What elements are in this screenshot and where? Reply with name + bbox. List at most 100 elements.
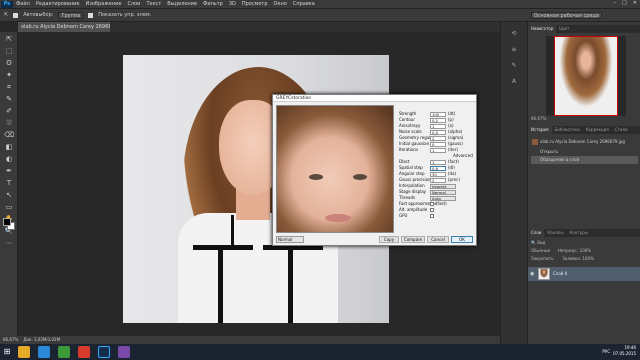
menu-file[interactable]: Файл bbox=[16, 1, 30, 7]
menu-view[interactable]: Просмотр bbox=[242, 1, 268, 7]
navigator-preview[interactable] bbox=[546, 36, 626, 116]
minimize-button[interactable]: – bbox=[614, 0, 617, 6]
status-zoom[interactable]: 66,67% bbox=[3, 337, 18, 342]
interpolation-select[interactable]: nearest bbox=[430, 183, 456, 189]
ok-button[interactable]: OK bbox=[451, 236, 473, 243]
history-item-open[interactable]: Открыть bbox=[531, 148, 638, 156]
autoselect-checkbox[interactable] bbox=[13, 12, 19, 18]
strength-input[interactable]: 100 bbox=[430, 111, 446, 117]
copy-button[interactable]: Copy bbox=[379, 236, 399, 243]
menu-filter[interactable]: Фильтр bbox=[203, 1, 223, 7]
shape-tool-icon[interactable]: ▭ bbox=[4, 202, 14, 212]
history-item-convert-to-layer[interactable]: Обращение в слой bbox=[531, 156, 638, 164]
autoselect-dropdown[interactable]: Группа bbox=[58, 11, 84, 19]
fast-approx-checkbox[interactable] bbox=[430, 202, 434, 206]
tab-layers[interactable]: Слои bbox=[528, 229, 545, 237]
system-clock[interactable]: 19:46 07.05.2015 bbox=[613, 345, 636, 357]
history-snapshot[interactable]: olab.ru Alycia Debnam Carey 2696679.jpg bbox=[531, 138, 638, 146]
more-tools-icon[interactable]: ⋯ bbox=[4, 238, 14, 248]
start-button[interactable]: ⊞ bbox=[0, 344, 14, 360]
eraser-tool-icon[interactable]: ⌫ bbox=[4, 130, 14, 140]
language-indicator[interactable]: РУС bbox=[602, 349, 610, 354]
tab-channels[interactable]: Каналы bbox=[544, 229, 566, 237]
param-gpu: GPU bbox=[399, 213, 434, 219]
visibility-eye-icon[interactable]: ◉ bbox=[530, 271, 534, 277]
tab-history[interactable]: История bbox=[528, 126, 552, 134]
gradient-tool-icon[interactable]: ◧ bbox=[4, 142, 14, 152]
alt-amplitude-checkbox[interactable] bbox=[430, 208, 434, 212]
dodge-tool-icon[interactable]: ◐ bbox=[4, 154, 14, 164]
layer-kind-filter[interactable]: 🔍 Вид bbox=[531, 240, 545, 245]
eyedropper-tool-icon[interactable]: ✎ bbox=[4, 94, 14, 104]
stage-display-select[interactable]: Normal bbox=[430, 189, 456, 195]
brush-panel-icon[interactable]: ✎ bbox=[509, 62, 519, 70]
cancel-button[interactable]: Cancel bbox=[427, 236, 449, 243]
window-controls: – □ ✕ bbox=[614, 0, 637, 6]
menu-3d[interactable]: 3D bbox=[229, 1, 236, 7]
menu-layers[interactable]: Слои bbox=[127, 1, 140, 7]
noise-scale-input[interactable]: 0,5 bbox=[430, 129, 446, 135]
move-tool-icon[interactable]: ⇱ bbox=[4, 12, 8, 18]
maximize-button[interactable]: □ bbox=[622, 0, 627, 6]
tab-libraries[interactable]: Библиотеки bbox=[552, 126, 583, 134]
opacity-input[interactable]: 100% bbox=[580, 248, 591, 253]
layer-name[interactable]: Слой 0 bbox=[553, 267, 567, 281]
marquee-tool-icon[interactable]: ⬚ bbox=[4, 46, 14, 56]
navigator-zoom[interactable]: 66,67% bbox=[531, 116, 546, 121]
app-icon[interactable] bbox=[118, 346, 130, 358]
character-panel-icon[interactable]: A bbox=[509, 78, 519, 86]
pen-tool-icon[interactable]: ✒ bbox=[4, 166, 14, 176]
tab-navigator[interactable]: Навигатор bbox=[528, 25, 557, 33]
foreground-color-swatch[interactable] bbox=[3, 218, 11, 226]
contour-input[interactable]: 0,2 bbox=[430, 117, 446, 123]
threads-select[interactable]: Auto bbox=[430, 195, 456, 201]
stamp-tool-icon[interactable]: ⛆ bbox=[4, 118, 14, 128]
spatial-step-input[interactable]: 0,8 bbox=[430, 165, 446, 171]
document-tab[interactable]: olab.ru Alycia Debnam Carey 2696679.jpg … bbox=[18, 22, 110, 32]
lasso-tool-icon[interactable]: ʘ bbox=[4, 58, 14, 68]
app-icon[interactable] bbox=[58, 346, 70, 358]
media-icon[interactable] bbox=[78, 346, 90, 358]
initial-blur-input[interactable]: 0 bbox=[430, 141, 446, 147]
tab-color[interactable]: Цвет bbox=[556, 25, 572, 33]
anisotropy-input[interactable]: 1 bbox=[430, 123, 446, 129]
history-panel-icon[interactable]: ⟲ bbox=[509, 30, 519, 38]
show-controls-checkbox[interactable] bbox=[88, 12, 94, 18]
photoshop-taskbar-icon[interactable] bbox=[98, 346, 110, 358]
browser-icon[interactable] bbox=[38, 346, 50, 358]
brush-tool-icon[interactable]: ✐ bbox=[4, 106, 14, 116]
move-tool-icon[interactable]: ⇱ bbox=[4, 34, 14, 44]
image-shirt-stripe bbox=[288, 250, 293, 323]
workspace-dropdown[interactable]: Основная рабочая среда bbox=[530, 12, 602, 19]
menu-window[interactable]: Окно bbox=[274, 1, 287, 7]
compare-button[interactable]: Compare bbox=[401, 236, 425, 243]
angular-step-input[interactable]: 30 bbox=[430, 171, 446, 177]
blend-mode-select[interactable]: Обычные bbox=[531, 248, 550, 253]
menu-edit[interactable]: Редактирование bbox=[36, 1, 80, 7]
close-button[interactable]: ✕ bbox=[633, 0, 637, 6]
crop-tool-icon[interactable]: ⌗ bbox=[4, 82, 14, 92]
geometry-regularity-input[interactable]: 2 bbox=[430, 135, 446, 141]
preview-mode-select[interactable]: Normal bbox=[276, 236, 304, 243]
color-swatches[interactable] bbox=[3, 218, 15, 230]
gauss-precision-input[interactable]: 2 bbox=[430, 177, 446, 183]
tab-styles[interactable]: Стили bbox=[612, 126, 631, 134]
iterations-input[interactable]: 1 bbox=[430, 147, 446, 153]
layer-item[interactable]: ◉ Слой 0 bbox=[528, 267, 640, 281]
path-select-tool-icon[interactable]: ↖ bbox=[4, 190, 14, 200]
type-tool-icon[interactable]: T bbox=[4, 178, 14, 188]
dlact-input[interactable]: 1 bbox=[430, 159, 446, 165]
menu-help[interactable]: Справка bbox=[293, 1, 315, 7]
dialog-preview[interactable] bbox=[276, 105, 394, 233]
status-doc-size: Док: 3,02M/3,02M bbox=[23, 337, 61, 342]
fill-input[interactable]: 100% bbox=[582, 256, 593, 261]
properties-panel-icon[interactable]: ≡ bbox=[509, 46, 519, 54]
gpu-checkbox[interactable] bbox=[430, 214, 434, 218]
menu-select[interactable]: Выделение bbox=[167, 1, 197, 7]
tab-paths[interactable]: Контуры bbox=[566, 229, 590, 237]
explorer-icon[interactable] bbox=[18, 346, 30, 358]
quick-select-tool-icon[interactable]: ✦ bbox=[4, 70, 14, 80]
tab-adjustments[interactable]: Коррекция bbox=[583, 126, 612, 134]
menu-image[interactable]: Изображение bbox=[85, 1, 121, 7]
menu-type[interactable]: Текст bbox=[146, 1, 161, 7]
